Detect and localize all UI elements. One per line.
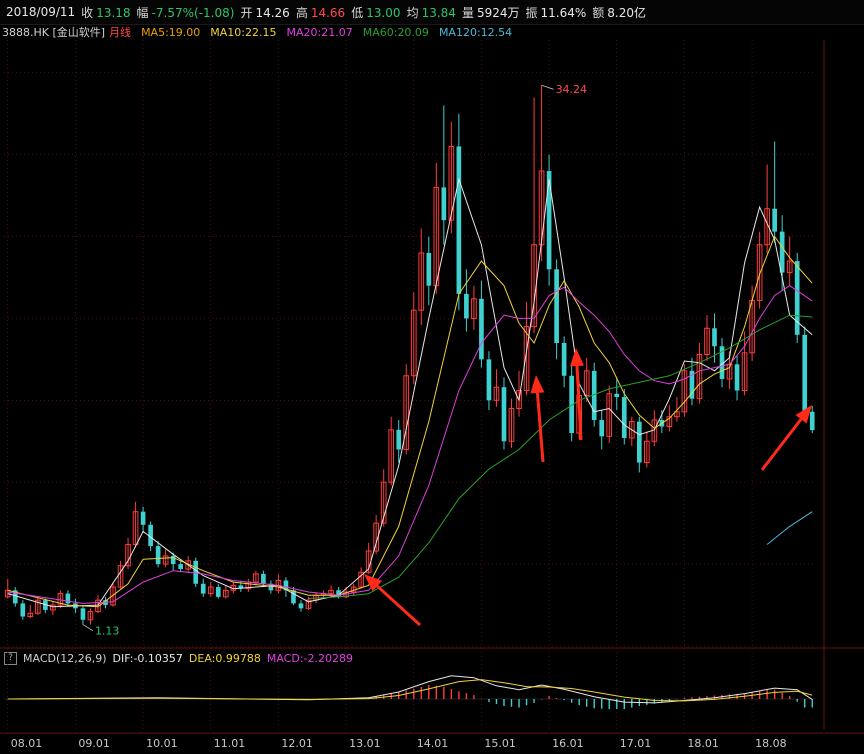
candle-body	[155, 546, 161, 565]
low-annotation: 1.13	[95, 625, 120, 638]
arrow-first-pullback-head	[530, 375, 545, 394]
candle-body	[65, 593, 71, 604]
candle-body	[298, 603, 304, 609]
candle-body	[178, 564, 184, 570]
candle-body	[215, 587, 221, 597]
candle-body	[456, 146, 462, 294]
x-tick-label: 10.01	[146, 737, 178, 750]
candle-body	[621, 397, 627, 438]
candle-body	[464, 293, 469, 319]
candle-body	[614, 393, 620, 398]
ma120-line	[766, 511, 813, 545]
x-tick-label: 13.01	[349, 737, 381, 750]
candle-body	[779, 231, 785, 273]
candle-body	[809, 411, 815, 431]
candle-body	[599, 419, 605, 437]
candle-body	[501, 387, 507, 442]
x-tick-label: 15.01	[484, 737, 515, 750]
candle-body	[200, 583, 206, 594]
candle-body	[636, 421, 642, 463]
low-marker	[82, 624, 94, 632]
candle-body	[140, 511, 146, 525]
x-tick-label: 14.01	[417, 737, 449, 750]
candle-body	[20, 603, 26, 617]
x-tick-label: 09.01	[78, 737, 110, 750]
high-marker	[541, 84, 554, 90]
candle-body	[802, 334, 808, 412]
arrow-current-shaft	[760, 418, 803, 471]
arrow-second-pullback-shaft	[575, 365, 583, 441]
candle-body	[734, 364, 740, 391]
x-tick-label: 12.01	[281, 737, 313, 750]
x-tick-label: 17.01	[620, 737, 652, 750]
candle-body	[772, 208, 777, 232]
candle-body	[546, 171, 552, 270]
candle-body	[479, 298, 484, 360]
candle-body	[80, 608, 86, 620]
candle-body	[426, 252, 432, 286]
candle-body	[441, 187, 447, 221]
kline-chart[interactable]: 08.01 09.01 10.01 11.01 12.01 13.01 14.01 15.01…	[0, 0, 864, 754]
x-tick-label: 08.01	[11, 737, 43, 750]
candle-body	[554, 269, 559, 343]
candle-body	[712, 328, 717, 347]
candle-body	[396, 429, 402, 450]
x-tick-label: 18.01	[687, 737, 719, 750]
candle-body	[193, 560, 199, 584]
high-annotation: 34.24	[556, 83, 588, 96]
arrow-base-shaft	[376, 585, 422, 627]
candle-body	[261, 573, 266, 584]
candle-body	[486, 359, 492, 401]
candle-body	[561, 343, 567, 376]
x-tick-label: 11.01	[214, 737, 246, 750]
x-tick-label: 18.08	[755, 737, 787, 750]
x-tick-label: 16.01	[552, 737, 584, 750]
arrow-second-pullback-head	[569, 348, 584, 367]
